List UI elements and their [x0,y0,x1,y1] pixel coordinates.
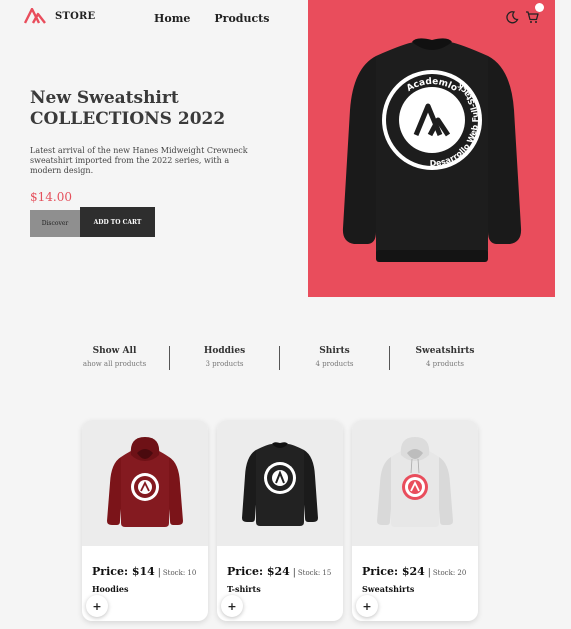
product-stock: Stock: 15 [297,569,332,577]
hero-product-image: Academlo Desarrollo Web Full-Stack [308,0,555,297]
filter-subtitle: 4 products [315,360,354,368]
product-image [217,420,343,546]
hoodie-image [107,437,183,527]
hero-title-line2: COLLECTIONS 2022 [30,109,226,129]
hoodie-image [377,437,453,527]
category-filters: Show All ahow all products Hoddies 3 pro… [60,346,500,370]
product-category: Hoodies [92,584,129,594]
moon-icon[interactable] [505,10,519,24]
filter-show-all[interactable]: Show All ahow all products [60,346,170,370]
filter-title: Sweatshirts [415,346,475,356]
header-icons [505,10,539,24]
hero-description: Latest arrival of the new Hanes Midweigh… [30,146,248,175]
sweatshirt-image: Academlo Desarrollo Web Full-Stack [342,38,522,262]
product-price: Price: $24 [227,565,290,578]
filter-shirts[interactable]: Shirts 4 products [280,346,390,370]
product-price: Price: $24 [362,565,425,578]
hero-title-line1: New Sweatshirt [30,88,179,108]
product-image [82,420,208,546]
sweatshirt-image [242,442,318,526]
filter-subtitle: 3 products [205,360,244,368]
product-stock: Stock: 10 [162,569,197,577]
hero-price: $14.00 [30,190,72,204]
add-to-cart-button[interactable]: ADD TO CART [80,207,155,237]
product-card: Price: $24 | Stock: 20 Sweatshirts + [352,420,478,621]
filter-sweatshirts[interactable]: Sweatshirts 4 products [390,346,500,370]
add-product-button[interactable]: + [356,595,378,617]
product-card: Price: $24 | Stock: 15 T-shirts + [217,420,343,621]
discover-button[interactable]: Discover [30,210,80,237]
product-card: Price: $14 | Stock: 10 Hoodies + [82,420,208,621]
add-product-button[interactable]: + [86,595,108,617]
filter-title: Shirts [319,346,350,356]
product-price: Price: $14 [92,565,155,578]
add-product-button[interactable]: + [221,595,243,617]
nav-home[interactable]: Home [154,12,190,25]
filter-subtitle: ahow all products [82,360,147,368]
brand-name: STORE [55,10,96,22]
product-image [352,420,478,546]
main-nav: Home Products [154,12,269,25]
hero-title: New Sweatshirt COLLECTIONS 2022 [30,88,225,130]
cart-icon[interactable] [525,10,539,24]
cart-badge [535,3,544,12]
brand-logo[interactable]: STORE [24,8,95,24]
product-category: T-shirts [227,584,261,594]
product-stock: Stock: 20 [432,569,467,577]
filter-hoddies[interactable]: Hoddies 3 products [170,346,280,370]
filter-title: Show All [92,346,137,356]
nav-products[interactable]: Products [214,12,269,25]
filter-title: Hoddies [203,346,246,356]
filter-subtitle: 4 products [425,360,465,368]
logo-icon [24,8,46,24]
product-category: Sweatshirts [362,584,415,594]
